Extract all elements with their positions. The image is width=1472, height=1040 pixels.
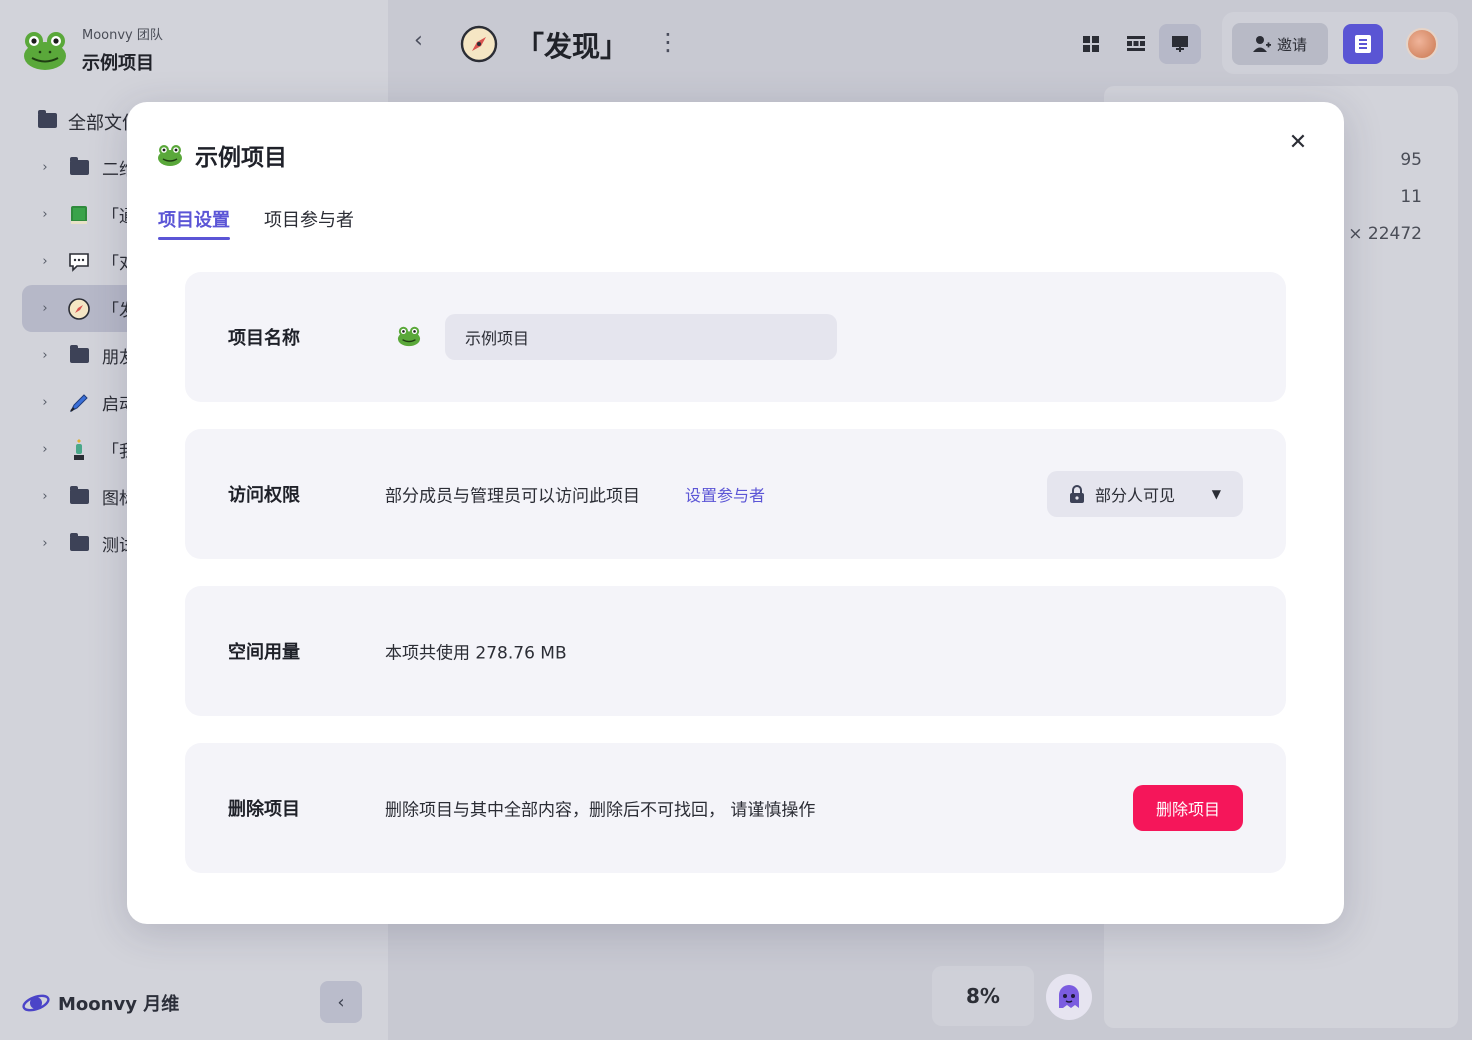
presentation-view-button[interactable] [1159, 24, 1201, 64]
moonvy-logo[interactable]: Moonvy 月维 [22, 990, 179, 1016]
tab-project-participants[interactable]: 项目参与者 [264, 206, 354, 238]
tab-project-settings[interactable]: 项目设置 [158, 206, 230, 240]
info-value: 95 [1400, 150, 1422, 170]
delete-label: 删除项目 [228, 799, 300, 820]
folder-icon [68, 486, 90, 508]
brand-name: Moonvy 月维 [58, 994, 180, 1015]
green-book-icon [68, 204, 90, 226]
project-name: 示例项目 [82, 53, 154, 74]
more-options-icon[interactable]: ⋮ [656, 28, 680, 56]
statue-icon [68, 438, 90, 461]
pen-icon [68, 392, 90, 414]
chevron-right-icon[interactable]: › [22, 301, 68, 316]
delete-description: 删除项目与其中全部内容，删除后不可找回， 请谨慎操作 [385, 800, 816, 821]
chevron-right-icon[interactable]: › [22, 207, 68, 222]
invite-label: 邀请 [1276, 35, 1307, 54]
chevron-right-icon[interactable]: › [22, 442, 68, 457]
page-title: 「发现」 [516, 30, 629, 63]
list-view-button[interactable] [1115, 24, 1157, 64]
chevron-right-icon[interactable]: › [22, 395, 68, 410]
ghost-mascot-icon [1059, 985, 1079, 1008]
modal-tabs: 项目设置 项目参与者 [158, 206, 388, 240]
document-button[interactable] [1343, 24, 1383, 64]
project-name-card: 项目名称 [185, 272, 1286, 402]
frog-emoji-picker-icon[interactable] [397, 324, 421, 348]
back-arrow-icon[interactable]: ‹ [414, 28, 423, 53]
chevron-left-icon: ‹ [337, 991, 345, 1013]
chevron-right-icon[interactable]: › [22, 348, 68, 363]
storage-label: 空间用量 [228, 642, 300, 663]
grid-view-button[interactable] [1070, 24, 1112, 64]
table-icon [1127, 36, 1145, 51]
lock-icon [1070, 485, 1084, 503]
compass-icon [460, 25, 498, 63]
info-value: 11 [1400, 187, 1422, 207]
folder-icon [68, 345, 90, 367]
access-description: 部分成员与管理员可以访问此项目 [385, 486, 640, 507]
top-bar: ‹ 「发现」 ⋮ 邀请 [388, 0, 1472, 90]
visibility-value: 部分人可见 [1095, 486, 1176, 505]
invite-button[interactable]: 邀请 [1232, 23, 1328, 65]
project-name-label: 项目名称 [228, 328, 300, 349]
access-card: 访问权限 部分成员与管理员可以访问此项目 设置参与者 部分人可见 ▼ [185, 429, 1286, 559]
project-settings-modal: 示例项目 ✕ 项目设置 项目参与者 项目名称 访问权限 部分成员与管理员可以访问… [127, 102, 1344, 924]
document-icon [1355, 35, 1371, 53]
close-icon: ✕ [1288, 129, 1308, 155]
planet-logo-icon [22, 994, 50, 1012]
access-label: 访问权限 [228, 485, 300, 506]
storage-description: 本项共使用 278.76 MB [385, 643, 567, 664]
grid-icon [1083, 36, 1099, 52]
folder-icon [68, 157, 90, 179]
add-user-icon [1252, 36, 1271, 52]
assistant-button[interactable] [1046, 974, 1092, 1020]
set-participants-link[interactable]: 设置参与者 [685, 482, 765, 506]
zoom-indicator[interactable]: 8% [932, 966, 1034, 1026]
close-button[interactable]: ✕ [1284, 128, 1312, 156]
chevron-right-icon[interactable]: › [22, 160, 68, 175]
frog-icon [158, 145, 182, 166]
compass-icon [68, 297, 90, 320]
frog-icon [24, 31, 66, 70]
chevron-right-icon[interactable]: › [22, 254, 68, 269]
speech-bubble-icon [68, 251, 90, 273]
folder-icon [68, 533, 90, 555]
avatar[interactable] [1406, 28, 1438, 60]
project-name-input[interactable] [445, 314, 837, 360]
modal-title: 示例项目 [195, 145, 287, 171]
caret-down-icon: ▼ [1211, 487, 1221, 501]
folder-icon [38, 109, 58, 133]
delete-project-button[interactable]: 删除项目 [1133, 785, 1243, 831]
delete-card: 删除项目 删除项目与其中全部内容，删除后不可找回， 请谨慎操作 删除项目 [185, 743, 1286, 873]
team-name: Moonvy 团队 [82, 28, 163, 43]
project-header[interactable]: Moonvy 团队 示例项目 [22, 24, 163, 75]
visibility-select[interactable]: 部分人可见 ▼ [1047, 471, 1243, 517]
chevron-right-icon[interactable]: › [22, 489, 68, 504]
collapse-sidebar-button[interactable]: ‹ [320, 981, 362, 1023]
storage-card: 空间用量 本项共使用 278.76 MB [185, 586, 1286, 716]
presentation-icon [1172, 36, 1188, 52]
chevron-right-icon[interactable]: › [22, 536, 68, 551]
